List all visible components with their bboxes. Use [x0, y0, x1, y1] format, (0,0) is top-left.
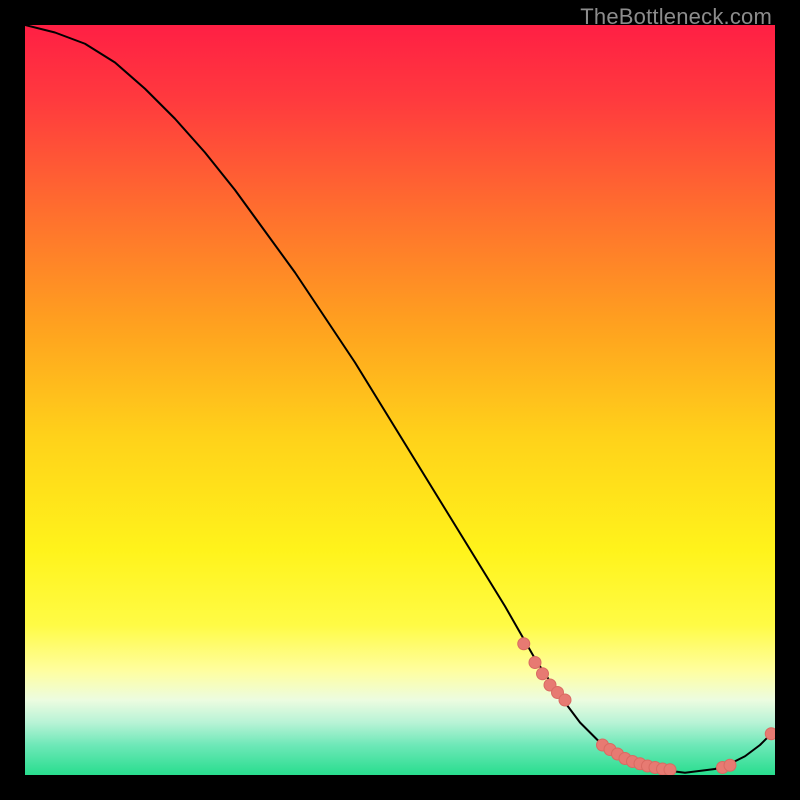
gradient-background — [25, 25, 775, 775]
plot-area — [25, 25, 775, 775]
watermark-text: TheBottleneck.com — [580, 4, 772, 30]
data-point-marker — [724, 759, 736, 771]
data-point-marker — [537, 668, 549, 680]
chart-frame: TheBottleneck.com — [0, 0, 800, 800]
data-point-marker — [765, 728, 775, 740]
data-point-marker — [518, 638, 530, 650]
chart-svg — [25, 25, 775, 775]
data-point-marker — [664, 764, 676, 775]
data-point-marker — [529, 657, 541, 669]
data-point-marker — [559, 694, 571, 706]
